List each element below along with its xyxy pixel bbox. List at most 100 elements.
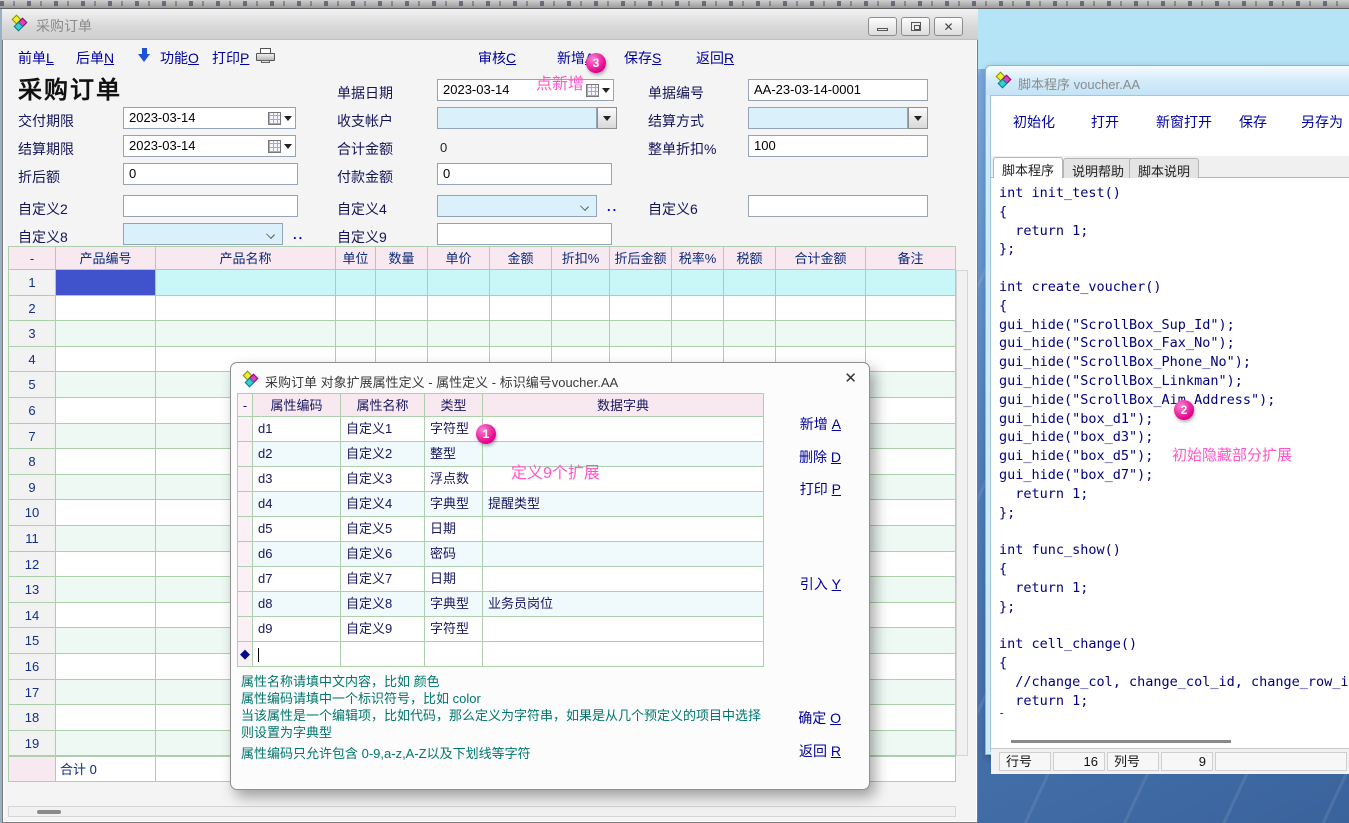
dialog-delete-button[interactable]: 删除 D xyxy=(799,447,841,467)
grid-cell[interactable] xyxy=(866,424,956,450)
dialog-add-button[interactable]: 新增 A xyxy=(800,414,841,434)
grid-cell[interactable] xyxy=(866,270,956,296)
doc-no-field[interactable]: AA-23-03-14-0001 xyxy=(748,79,928,101)
row-number-cell[interactable]: 1 xyxy=(8,270,56,296)
grid-cell[interactable] xyxy=(56,603,156,629)
property-name-cell[interactable]: 自定义5 xyxy=(341,517,425,542)
function-menu-button[interactable]: 功能O xyxy=(160,48,199,68)
grid-horizontal-scrollbar[interactable] xyxy=(8,806,956,817)
property-type-cell[interactable]: 整型 xyxy=(425,442,483,467)
row-number-cell[interactable]: 14 xyxy=(8,603,56,629)
grid-cell[interactable] xyxy=(724,270,776,296)
grid-cell[interactable] xyxy=(336,321,376,347)
property-code-cell[interactable]: d1 xyxy=(253,417,341,442)
property-dict-cell[interactable] xyxy=(483,542,764,567)
grid-column-header[interactable]: 产品名称 xyxy=(156,246,336,270)
grid-cell[interactable] xyxy=(866,500,956,526)
grid-cell[interactable] xyxy=(56,347,156,373)
grid-column-header[interactable]: 单位 xyxy=(336,246,376,270)
grid-cell[interactable] xyxy=(490,270,552,296)
dialog-print-button[interactable]: 打印 P xyxy=(800,479,841,499)
purchase-order-titlebar[interactable] xyxy=(2,9,978,40)
grid-cell[interactable] xyxy=(336,296,376,322)
property-name-cell[interactable] xyxy=(341,642,425,667)
grid-cell[interactable] xyxy=(56,680,156,706)
property-type-cell[interactable]: 字符型 xyxy=(425,617,483,642)
row-number-cell[interactable]: 16 xyxy=(8,654,56,680)
grid-cell[interactable] xyxy=(56,577,156,603)
script-save-button[interactable]: 保存 xyxy=(1239,112,1267,132)
grid-cell[interactable] xyxy=(56,475,156,501)
row-number-cell[interactable]: 17 xyxy=(8,680,56,706)
property-dict-cell[interactable] xyxy=(483,617,764,642)
grid-cell[interactable] xyxy=(56,296,156,322)
grid-cell[interactable] xyxy=(866,577,956,603)
property-column-header[interactable]: 类型 xyxy=(425,393,483,417)
grid-cell[interactable] xyxy=(56,270,156,296)
grid-cell[interactable] xyxy=(56,449,156,475)
grid-cell[interactable] xyxy=(552,270,610,296)
grid-column-header[interactable]: 合计金额 xyxy=(776,246,866,270)
property-marker-cell[interactable] xyxy=(237,542,253,567)
prev-doc-button[interactable]: 前单L xyxy=(18,48,54,68)
grid-cell[interactable] xyxy=(866,321,956,347)
row-number-cell[interactable]: 12 xyxy=(8,552,56,578)
property-marker-cell[interactable] xyxy=(237,567,253,592)
property-code-edit-cell[interactable] xyxy=(253,642,341,667)
grid-cell[interactable] xyxy=(610,270,672,296)
grid-column-header[interactable]: 税额 xyxy=(724,246,776,270)
grid-cell[interactable] xyxy=(490,296,552,322)
return-button[interactable]: 返回R xyxy=(696,48,734,68)
grid-column-header[interactable]: 折扣% xyxy=(552,246,610,270)
property-code-cell[interactable]: d6 xyxy=(253,542,341,567)
grid-cell[interactable] xyxy=(56,731,156,757)
grid-cell[interactable] xyxy=(866,680,956,706)
property-code-cell[interactable]: d2 xyxy=(253,442,341,467)
property-code-cell[interactable]: d9 xyxy=(253,617,341,642)
property-dict-cell[interactable]: 业务员岗位 xyxy=(483,592,764,617)
whole-discount-field[interactable]: 100 xyxy=(748,135,928,157)
dialog-import-button[interactable]: 引入 Y xyxy=(800,574,841,594)
property-name-cell[interactable]: 自定义4 xyxy=(341,492,425,517)
grid-cell[interactable] xyxy=(610,296,672,322)
grid-cell[interactable] xyxy=(866,526,956,552)
printer-icon[interactable] xyxy=(256,48,276,64)
grid-column-header[interactable]: 金额 xyxy=(490,246,552,270)
property-marker-cell[interactable] xyxy=(237,417,253,442)
grid-cell[interactable] xyxy=(552,321,610,347)
grid-column-header[interactable]: 产品编号 xyxy=(56,246,156,270)
calendar-icon[interactable] xyxy=(268,112,281,125)
pay-amount-field[interactable]: 0 xyxy=(437,163,612,185)
grid-cell[interactable] xyxy=(376,296,428,322)
grid-column-header[interactable]: 税率% xyxy=(672,246,724,270)
property-type-cell[interactable]: 字典型 xyxy=(425,492,483,517)
grid-cell[interactable] xyxy=(156,296,336,322)
tab-help[interactable]: 说明帮助 xyxy=(1063,158,1133,178)
property-dict-cell[interactable] xyxy=(483,642,764,667)
grid-column-header[interactable]: 数量 xyxy=(376,246,428,270)
property-name-cell[interactable]: 自定义7 xyxy=(341,567,425,592)
row-number-cell[interactable]: 5 xyxy=(8,372,56,398)
property-name-cell[interactable]: 自定义3 xyxy=(341,467,425,492)
property-dict-cell[interactable]: 提醒类型 xyxy=(483,492,764,517)
grid-cell[interactable] xyxy=(866,731,956,757)
grid-vertical-scrollbar[interactable] xyxy=(956,270,968,756)
property-type-cell[interactable]: 日期 xyxy=(425,567,483,592)
calendar-icon[interactable] xyxy=(586,84,599,97)
grid-cell[interactable] xyxy=(866,347,956,373)
grid-cell[interactable] xyxy=(866,372,956,398)
property-column-header[interactable]: - xyxy=(237,393,253,417)
grid-cell[interactable] xyxy=(776,321,866,347)
grid-cell[interactable] xyxy=(776,270,866,296)
grid-cell[interactable] xyxy=(336,270,376,296)
property-name-cell[interactable]: 自定义8 xyxy=(341,592,425,617)
property-marker-cell[interactable] xyxy=(237,617,253,642)
doc-date-field[interactable]: 2023-03-14 xyxy=(437,79,614,101)
settle-way-combo[interactable] xyxy=(748,107,908,129)
property-code-cell[interactable]: d3 xyxy=(253,467,341,492)
code-horizontal-scrollbar[interactable] xyxy=(1001,739,1341,745)
pay-account-dropdown-button[interactable] xyxy=(597,107,617,129)
grid-cell[interactable] xyxy=(56,372,156,398)
grid-cell[interactable] xyxy=(866,398,956,424)
minimize-button[interactable] xyxy=(868,17,897,36)
